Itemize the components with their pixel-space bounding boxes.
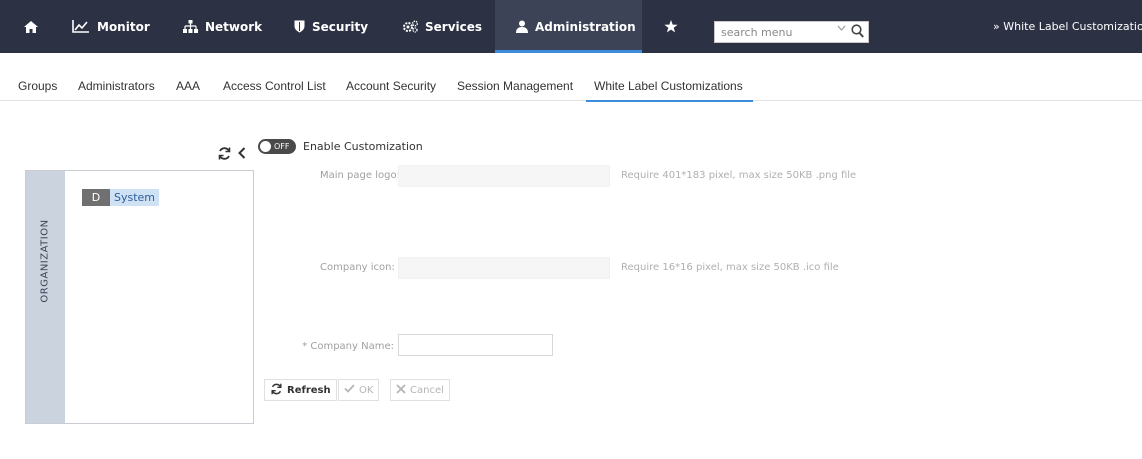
nav-network-label: Network	[205, 19, 263, 34]
company-icon-hint: Require 16*16 pixel, max size 50KB .ico …	[621, 262, 839, 273]
nav-services-label: Services	[425, 19, 483, 34]
ok-button[interactable]: OK	[338, 379, 380, 401]
organization-strip[interactable]: ORGANIZATION	[26, 171, 65, 423]
tab-session-management[interactable]: Session Management	[457, 71, 573, 101]
company-name-input[interactable]	[398, 334, 553, 356]
organization-label: ORGANIZATION	[39, 219, 51, 303]
node-badge: D	[82, 189, 110, 206]
toggle-knob	[260, 141, 271, 152]
close-icon	[396, 383, 406, 397]
nav-monitor-label: Monitor	[97, 19, 150, 34]
enable-customization-toggle[interactable]: OFF	[258, 139, 296, 154]
tree-node-system[interactable]: D System	[82, 189, 160, 206]
nav-security[interactable]: Security	[294, 0, 368, 53]
node-label: System	[110, 189, 160, 206]
cancel-button-label: Cancel	[410, 384, 444, 396]
sub-tab-bar: Groups Administrators AAA Access Control…	[0, 71, 1142, 102]
search-box	[714, 21, 869, 43]
network-icon	[183, 20, 198, 33]
nav-security-label: Security	[312, 19, 369, 34]
refresh-icon	[270, 383, 283, 398]
breadcrumb[interactable]: » White Label Customization:	[993, 0, 1142, 53]
shield-icon	[294, 20, 305, 33]
tab-groups[interactable]: Groups	[18, 71, 57, 101]
search-input[interactable]	[721, 23, 821, 41]
refresh-tree-icon[interactable]	[217, 147, 232, 160]
ok-button-label: OK	[359, 384, 374, 396]
check-icon	[344, 384, 355, 396]
gears-icon	[402, 20, 418, 33]
tab-administrators[interactable]: Administrators	[78, 71, 155, 101]
nav-services[interactable]: Services	[402, 0, 482, 53]
main-logo-label: Main page logo:	[320, 170, 400, 181]
home-icon	[24, 20, 38, 33]
nav-home[interactable]	[24, 0, 38, 53]
main-logo-upload-field[interactable]	[398, 165, 610, 187]
nav-monitor[interactable]: Monitor	[72, 0, 150, 53]
company-icon-label: Company icon:	[320, 262, 395, 273]
enable-customization-label: Enable Customization	[303, 140, 423, 153]
toggle-state-label: OFF	[274, 142, 290, 151]
star-icon	[664, 20, 678, 33]
organization-panel: ORGANIZATION D System	[25, 170, 254, 424]
company-name-label: * Company Name:	[302, 341, 394, 352]
chevron-down-icon[interactable]	[837, 25, 846, 31]
search-icon[interactable]	[851, 24, 864, 38]
nav-administration[interactable]: Administration	[495, 0, 642, 53]
tab-aaa[interactable]: AAA	[176, 71, 200, 101]
tab-access-control-list[interactable]: Access Control List	[223, 71, 326, 101]
refresh-button-label: Refresh	[287, 384, 331, 396]
user-icon	[516, 20, 528, 33]
tab-white-label-customizations[interactable]: White Label Customizations	[586, 71, 753, 102]
company-icon-upload-field[interactable]	[398, 257, 610, 279]
chevron-left-icon[interactable]	[238, 147, 246, 159]
nav-administration-label: Administration	[535, 19, 636, 34]
top-navigation-bar: Monitor Network Security Services Admini…	[0, 0, 1142, 53]
main-logo-hint: Require 401*183 pixel, max size 50KB .pn…	[621, 170, 857, 181]
nav-network[interactable]: Network	[183, 0, 262, 53]
refresh-button[interactable]: Refresh	[264, 379, 337, 401]
tab-account-security[interactable]: Account Security	[346, 71, 436, 101]
chart-line-icon	[72, 20, 90, 33]
cancel-button[interactable]: Cancel	[390, 379, 450, 401]
nav-favorites[interactable]	[664, 0, 678, 53]
